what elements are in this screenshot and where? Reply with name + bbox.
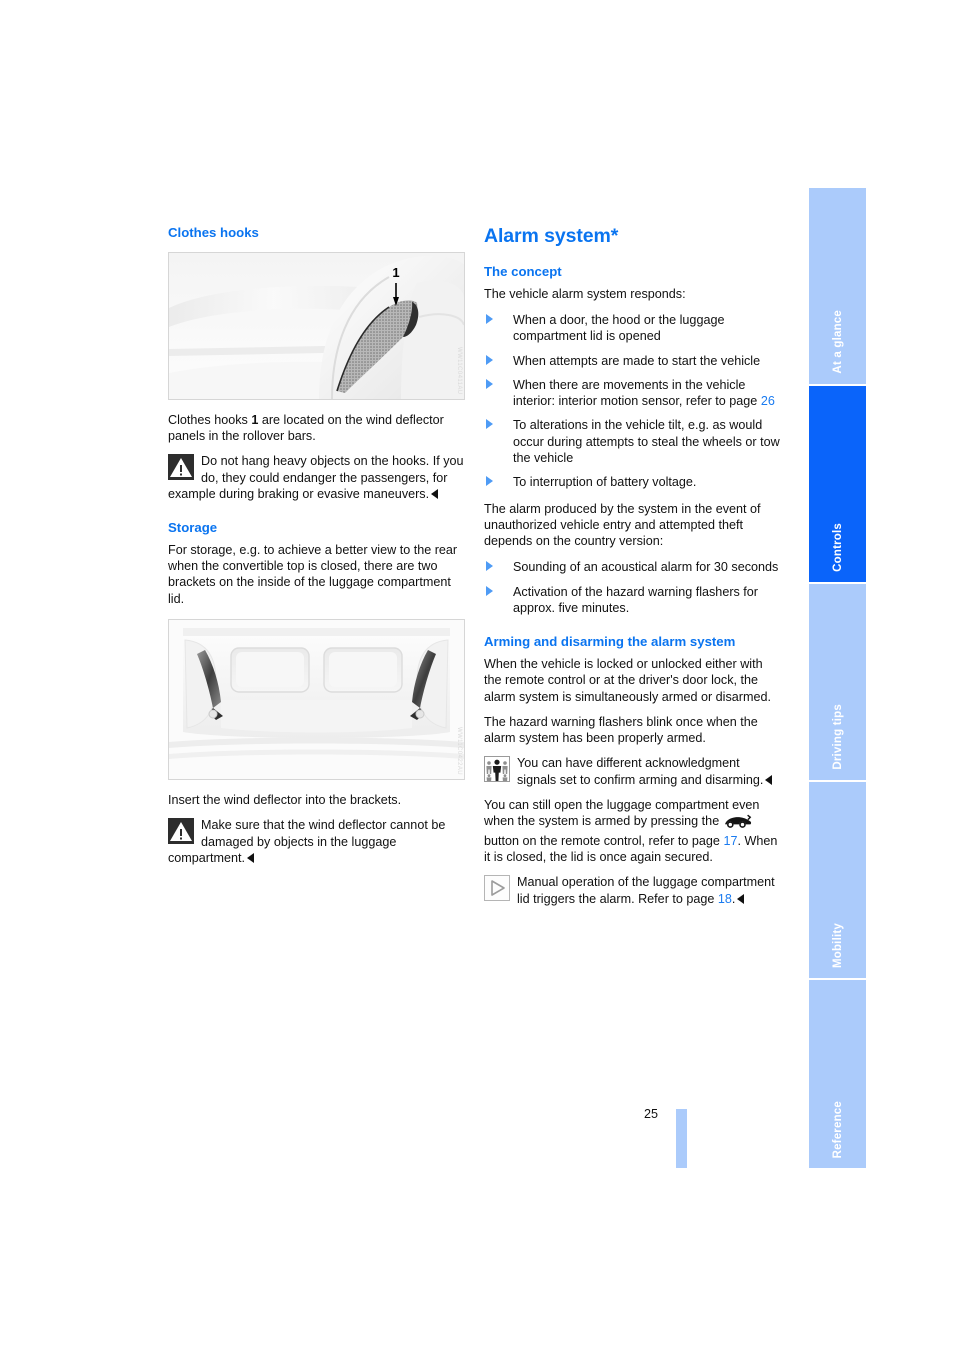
note-end-marker (737, 893, 745, 904)
tab-at-a-glance-label: At a glance (831, 310, 844, 374)
the-concept-intro: The vehicle alarm system responds: (484, 286, 686, 301)
list-item-text: To interruption of battery voltage. (513, 475, 697, 490)
alarm-response-list: Sounding of an acoustical alarm for 30 s… (484, 559, 781, 616)
bullet-triangle-icon (486, 378, 493, 389)
bullet-triangle-icon (486, 476, 493, 487)
list-item-text: To alterations in the vehicle tilt, e.g.… (513, 418, 780, 465)
list-item: To alterations in the vehicle tilt, e.g.… (484, 417, 781, 466)
tab-mobility[interactable]: Mobility (809, 782, 866, 978)
storage-heading: Storage (168, 520, 218, 536)
arming-disarming-heading: Arming and disarming the alarm system (484, 634, 736, 650)
svg-text:1: 1 (392, 265, 399, 280)
clothes-hooks-warning-notice: Do not hang heavy objects on the hooks. … (168, 453, 465, 502)
storage-warning-text: Make sure that the wind deflector cannot… (168, 818, 446, 865)
tab-driving-tips[interactable]: Driving tips (809, 584, 866, 780)
manual-operation-text-part2: . (731, 891, 736, 906)
figure-watermark: WW11C0422AU (456, 726, 462, 775)
clothes-hooks-warning-text: Do not hang heavy objects on the hooks. … (168, 454, 464, 501)
clothes-hooks-paragraph-before: Clothes hooks (168, 412, 252, 427)
page-reference-link[interactable]: 26 (761, 394, 775, 408)
note-end-marker (765, 774, 773, 785)
list-item: To interruption of battery voltage. (484, 474, 781, 490)
page-reference-link[interactable]: 17 (723, 834, 737, 848)
bullet-triangle-icon (486, 585, 493, 596)
page-number-bar (676, 1109, 687, 1168)
bullet-triangle-icon (486, 313, 493, 324)
list-item: When there are movements in the vehicle … (484, 377, 781, 410)
luggage-compartment-paragraph: You can still open the luggage compartme… (484, 797, 781, 865)
tab-reference[interactable]: Reference (809, 980, 866, 1168)
warning-triangle-icon (168, 818, 194, 845)
clothes-hooks-paragraph: Clothes hooks 1 are located on the wind … (168, 412, 465, 445)
arming-paragraph-2: The hazard warning flashers blink once w… (484, 714, 758, 746)
note-end-marker (247, 852, 254, 863)
storage-warning-notice: Make sure that the wind deflector cannot… (168, 817, 465, 866)
list-item-text: When a door, the hood or the luggage com… (513, 312, 725, 344)
bullet-triangle-icon (486, 419, 493, 430)
tab-controls[interactable]: Controls (809, 386, 866, 582)
figure-watermark: WW11C0411AU (456, 347, 462, 395)
luggage-paragraph-part2: button on the remote control, refer to p… (484, 833, 724, 848)
people-figures-icon (484, 756, 510, 783)
tab-driving-tips-label: Driving tips (831, 704, 844, 770)
tab-controls-label: Controls (831, 523, 844, 572)
play-triangle-outline-icon (484, 875, 510, 902)
clothes-hooks-figure: 1 WW11C0411AU (168, 251, 465, 400)
storage-brackets-figure: WW11C0422AU (168, 618, 465, 780)
tab-reference-label: Reference (831, 1100, 844, 1158)
clothes-hooks-heading: Clothes hooks (168, 225, 259, 240)
list-item-text: When there are movements in the vehicle … (513, 377, 761, 409)
list-item: When attempts are made to start the vehi… (484, 353, 781, 369)
list-item: When a door, the hood or the luggage com… (484, 312, 781, 345)
clothes-hook-illustration: 1 (169, 252, 464, 399)
page-title: Alarm system* (484, 225, 619, 247)
arming-paragraph-1: When the vehicle is locked or unlocked e… (484, 657, 771, 704)
alarm-trigger-list: When a door, the hood or the luggage com… (484, 312, 781, 491)
page-number: 25 (644, 1107, 659, 1121)
page-reference-link[interactable]: 18 (718, 892, 732, 906)
manual-page: At a glance Controls Driving tips Mobili… (0, 0, 954, 1351)
storage-instruction: Insert the wind deflector into the brack… (168, 792, 402, 807)
car-open-trunk-icon (723, 814, 753, 832)
list-item: Sounding of an acoustical alarm for 30 s… (484, 559, 781, 575)
list-item: Activation of the hazard warning flasher… (484, 584, 781, 617)
tab-mobility-label: Mobility (831, 922, 844, 968)
manual-operation-notice: Manual operation of the luggage compartm… (484, 874, 781, 907)
acknowledgment-signals-notice: You can have different acknowledgment si… (484, 755, 781, 788)
left-column: Clothes hooks 1 WW11C0411AU Clothes hook… (168, 225, 465, 875)
alarm-country-version-paragraph: The alarm produced by the system in the … (484, 501, 761, 549)
note-end-marker (431, 488, 439, 499)
list-item-text: Activation of the hazard warning flasher… (513, 584, 759, 616)
bullet-triangle-icon (486, 354, 493, 365)
list-item-text: When attempts are made to start the vehi… (513, 353, 761, 368)
manual-operation-text-part1: Manual operation of the luggage compartm… (517, 875, 775, 906)
chapter-tab-strip: At a glance Controls Driving tips Mobili… (809, 188, 866, 1168)
storage-intro-paragraph: For storage, e.g. to achieve a better vi… (168, 542, 458, 606)
the-concept-heading: The concept (484, 264, 562, 279)
list-item-text: Sounding of an acoustical alarm for 30 s… (513, 560, 779, 575)
right-column: Alarm system* The concept The vehicle al… (484, 225, 781, 916)
acknowledgment-signals-text: You can have different acknowledgment si… (517, 756, 764, 787)
luggage-paragraph-part1: You can still open the luggage compartme… (484, 798, 760, 829)
warning-triangle-icon (168, 454, 194, 481)
tab-at-a-glance[interactable]: At a glance (809, 188, 866, 384)
luggage-lid-brackets-illustration (169, 619, 464, 779)
bullet-triangle-icon (486, 561, 493, 572)
